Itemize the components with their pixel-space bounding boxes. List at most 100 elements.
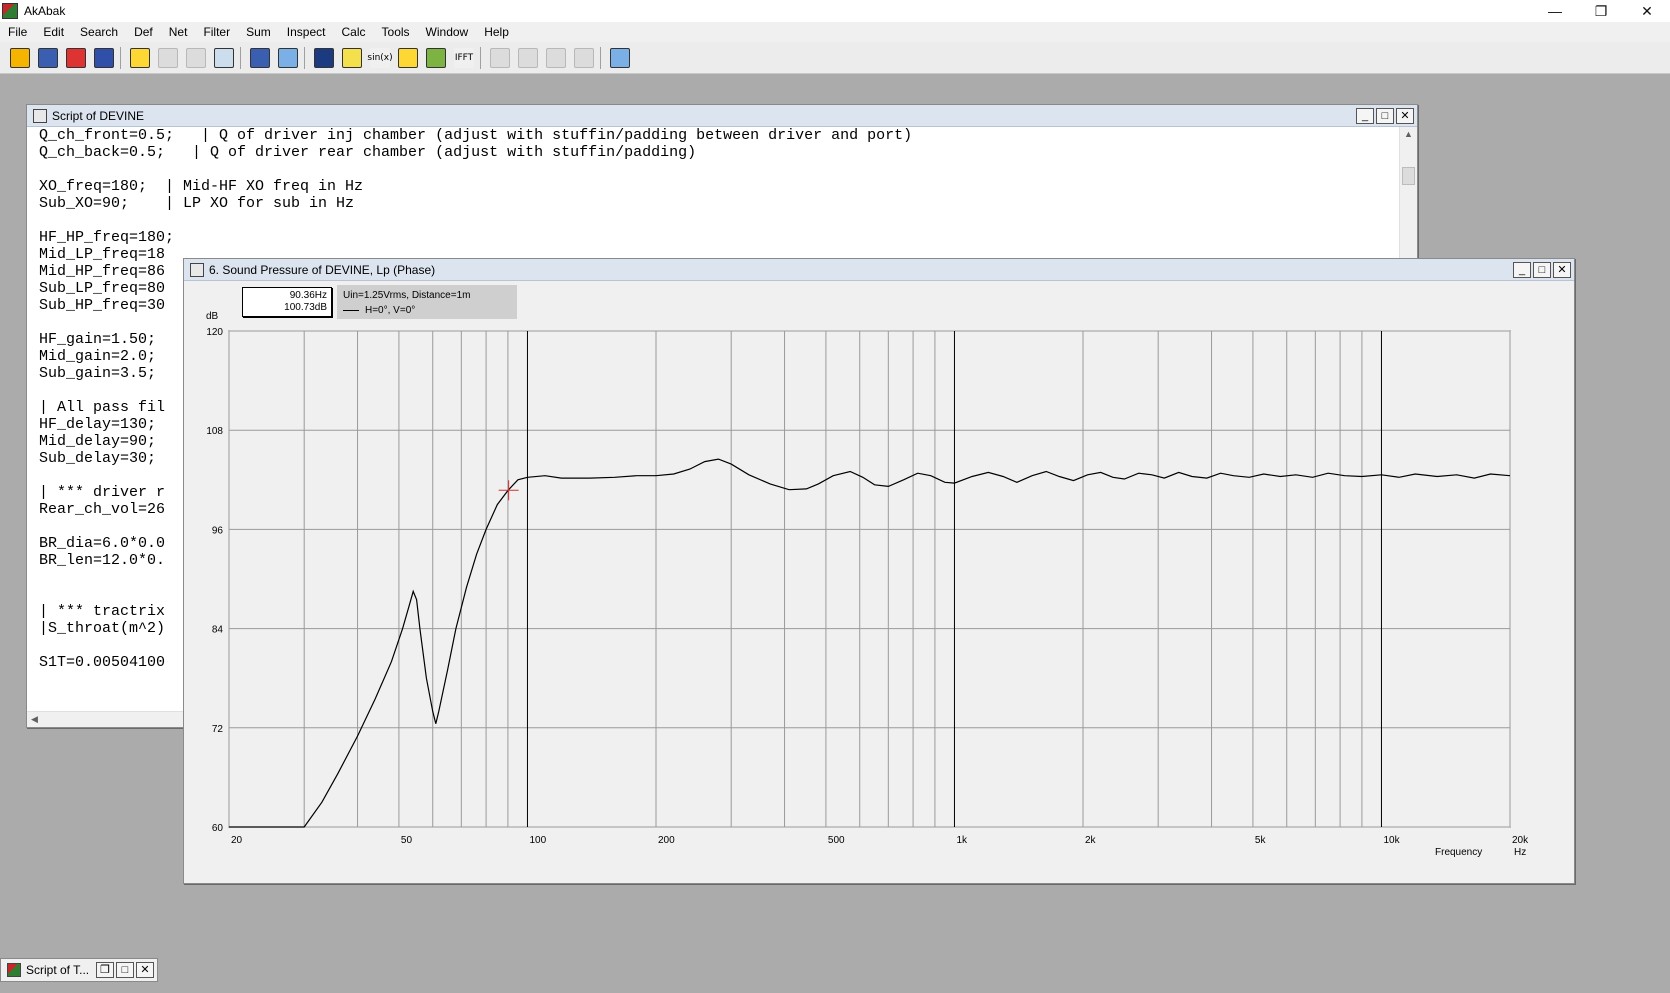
menu-tools[interactable]: Tools bbox=[374, 22, 418, 42]
compare-plot-button[interactable] bbox=[608, 46, 632, 70]
minimized-script-window[interactable]: Script of T... ❐ □ ✕ bbox=[0, 958, 158, 982]
plot-minimize-button[interactable]: _ bbox=[1513, 262, 1531, 278]
toolbar: sin(x) IFFT bbox=[0, 42, 1670, 74]
script-line[interactable]: Q_ch_back=0.5; | Q of driver rear chambe… bbox=[27, 144, 1399, 161]
x-axis-unit: Hz bbox=[1514, 847, 1526, 858]
graph-disabled-3-icon bbox=[546, 48, 566, 68]
y-axis-label: dB bbox=[206, 311, 219, 322]
menu-window[interactable]: Window bbox=[418, 22, 477, 42]
minimized-window-controls: ❐ □ ✕ bbox=[96, 962, 154, 978]
minimized-close-button[interactable]: ✕ bbox=[136, 962, 154, 978]
minimize-button[interactable]: — bbox=[1532, 0, 1578, 22]
plot-close-button[interactable]: ✕ bbox=[1553, 262, 1571, 278]
x-axis-label: Frequency bbox=[1435, 847, 1482, 858]
toolbar-separator bbox=[120, 47, 121, 69]
plot-maximize-button[interactable]: □ bbox=[1533, 262, 1551, 278]
bracket-button[interactable] bbox=[248, 46, 272, 70]
menu-sum[interactable]: Sum bbox=[238, 22, 279, 42]
script-line[interactable]: XO_freq=180; | Mid-HF XO freq in Hz bbox=[27, 178, 1399, 195]
open-button[interactable] bbox=[8, 46, 32, 70]
minimized-maximize-button[interactable]: □ bbox=[116, 962, 134, 978]
close-button[interactable]: ✕ bbox=[1624, 0, 1670, 22]
menu-filter[interactable]: Filter bbox=[195, 22, 238, 42]
graph-disabled-1-button[interactable] bbox=[488, 46, 512, 70]
scroll-thumb[interactable] bbox=[1402, 167, 1415, 185]
plot-window-title: 6. Sound Pressure of DEVINE, Lp (Phase) bbox=[209, 262, 436, 277]
script-line[interactable] bbox=[27, 161, 1399, 178]
x-tick-label: 200 bbox=[658, 835, 675, 846]
y-tick-label: 120 bbox=[206, 327, 223, 338]
x-tick-label: 20k bbox=[1512, 835, 1529, 846]
script-line[interactable] bbox=[27, 212, 1399, 229]
plot-area[interactable]: 90.36Hz 100.73dB Uin=1.25Vrms, Distance=… bbox=[184, 281, 1574, 883]
plot-window-controls: _ □ ✕ bbox=[1513, 262, 1571, 278]
speaker-button[interactable] bbox=[312, 46, 336, 70]
script-line[interactable]: HF_HP_freq=180; bbox=[27, 229, 1399, 246]
scroll-up-icon[interactable]: ▲ bbox=[1404, 129, 1413, 139]
speaker-icon bbox=[314, 48, 334, 68]
axes-button[interactable] bbox=[212, 46, 236, 70]
script-window-title: Script of DEVINE bbox=[52, 108, 145, 123]
script-line[interactable]: Q_ch_front=0.5; | Q of driver inj chambe… bbox=[27, 127, 1399, 144]
probe-button[interactable] bbox=[276, 46, 300, 70]
menu-inspect[interactable]: Inspect bbox=[279, 22, 334, 42]
menu-bar: File Edit Search Def Net Filter Sum Insp… bbox=[0, 22, 1670, 42]
plot-window-titlebar[interactable]: 6. Sound Pressure of DEVINE, Lp (Phase) … bbox=[184, 259, 1574, 281]
toolbar-separator bbox=[304, 47, 305, 69]
toolbar-separator bbox=[480, 47, 481, 69]
script-maximize-button[interactable]: □ bbox=[1376, 108, 1394, 124]
sine-icon: sin(x) bbox=[367, 48, 393, 68]
script-window-controls: _ □ ✕ bbox=[1356, 108, 1414, 124]
filter-button[interactable] bbox=[340, 46, 364, 70]
menu-edit[interactable]: Edit bbox=[35, 22, 72, 42]
script-close-button[interactable]: ✕ bbox=[1396, 108, 1414, 124]
menu-def[interactable]: Def bbox=[126, 22, 161, 42]
script-minimize-button[interactable]: _ bbox=[1356, 108, 1374, 124]
graph-disabled-3-button[interactable] bbox=[544, 46, 568, 70]
network-icon bbox=[66, 48, 86, 68]
y-tick-label: 72 bbox=[212, 724, 224, 735]
y-tick-label: 96 bbox=[212, 525, 224, 536]
sine-button[interactable]: sin(x) bbox=[367, 46, 393, 70]
driver-icon bbox=[94, 48, 114, 68]
clipboard-button[interactable] bbox=[128, 46, 152, 70]
plot-doc-icon bbox=[190, 262, 204, 277]
menu-calc[interactable]: Calc bbox=[334, 22, 374, 42]
ifft-label: IFFT bbox=[454, 53, 474, 63]
y-tick-label: 60 bbox=[212, 823, 224, 834]
toolbar-separator bbox=[240, 47, 241, 69]
menu-net[interactable]: Net bbox=[161, 22, 196, 42]
x-tick-label: 1k bbox=[956, 835, 968, 846]
menu-help[interactable]: Help bbox=[476, 22, 517, 42]
graph-disabled-4-icon bbox=[574, 48, 594, 68]
minimized-doc-icon bbox=[7, 963, 21, 977]
list-button[interactable] bbox=[184, 46, 208, 70]
restore-button[interactable]: ❐ bbox=[1578, 0, 1624, 22]
ifft-icon: IFFT bbox=[454, 48, 474, 68]
graph-disabled-4-button[interactable] bbox=[572, 46, 596, 70]
edit-icon bbox=[158, 48, 178, 68]
axes-icon bbox=[214, 48, 234, 68]
sum-plot2-button[interactable] bbox=[424, 46, 448, 70]
menu-search[interactable]: Search bbox=[72, 22, 126, 42]
clipboard-icon bbox=[130, 48, 150, 68]
y-tick-label: 108 bbox=[206, 426, 223, 437]
sum-plot-button[interactable] bbox=[396, 46, 420, 70]
menu-file[interactable]: File bbox=[0, 22, 35, 42]
app-logo-icon[interactable] bbox=[2, 3, 18, 19]
plot-window[interactable]: 6. Sound Pressure of DEVINE, Lp (Phase) … bbox=[183, 258, 1575, 884]
frequency-response-chart[interactable]: 60 72 84 96 108 120 20 50 100 200 500 1k 2k 5k 10k 20k d… bbox=[184, 281, 1574, 883]
graph-disabled-2-button[interactable] bbox=[516, 46, 540, 70]
script-line[interactable]: Sub_XO=90; | LP XO for sub in Hz bbox=[27, 195, 1399, 212]
script-window-titlebar[interactable]: Script of DEVINE _ □ ✕ bbox=[27, 105, 1417, 127]
driver-button[interactable] bbox=[92, 46, 116, 70]
network-button[interactable] bbox=[64, 46, 88, 70]
sum-plot-icon bbox=[398, 48, 418, 68]
save-icon bbox=[38, 48, 58, 68]
minimized-restore-button[interactable]: ❐ bbox=[96, 962, 114, 978]
edit-button[interactable] bbox=[156, 46, 180, 70]
minimized-window-title: Script of T... bbox=[26, 963, 90, 977]
scroll-left-icon[interactable]: ◀ bbox=[31, 714, 38, 725]
save-button[interactable] bbox=[36, 46, 60, 70]
ifft-button[interactable]: IFFT bbox=[452, 46, 476, 70]
